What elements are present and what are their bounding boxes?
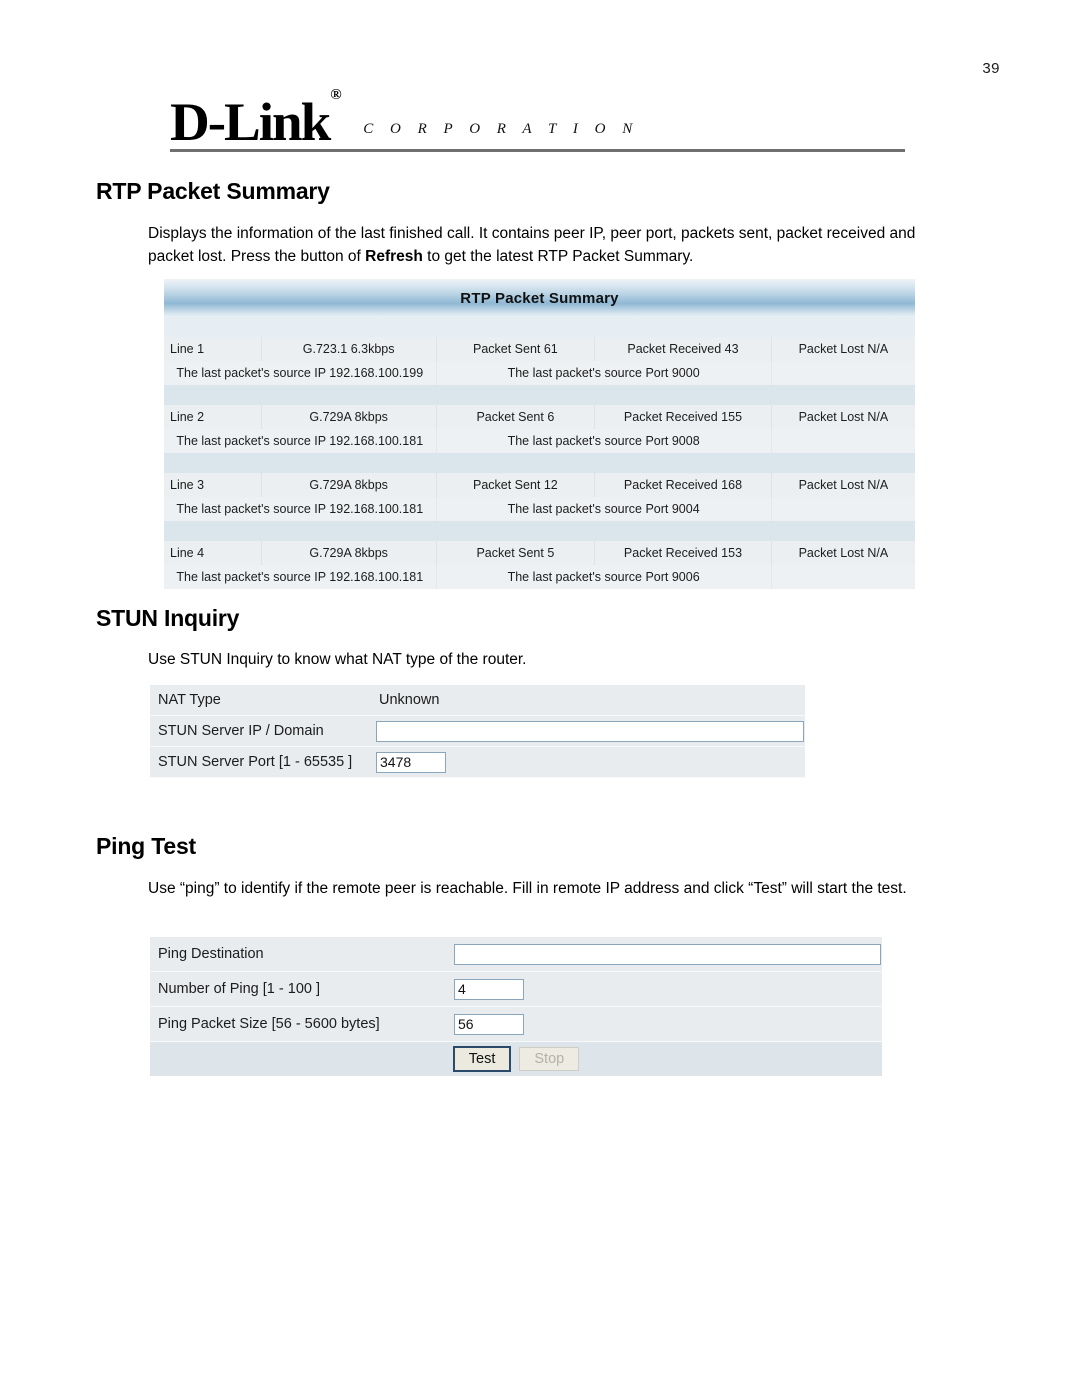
table-row: Line 4 G.729A 8kbps Packet Sent 5 Packet…: [164, 541, 915, 565]
ping-row-packet-size: Ping Packet Size [56 - 5600 bytes]: [150, 1006, 882, 1042]
rtp-line-label: Line 1: [164, 337, 262, 361]
dlink-logo-wordmark: D-Link®: [170, 87, 342, 149]
page-header: D-Link® C O R P O R A T I O N: [170, 87, 905, 152]
rtp-spacer-row: [164, 453, 915, 473]
ping-label-packet-size: Ping Packet Size [56 - 5600 bytes]: [150, 1006, 450, 1042]
rtp-source-ip: The last packet's source IP 192.168.100.…: [164, 497, 437, 521]
rtp-spacer-row: [164, 385, 915, 405]
rtp-packet-sent: Packet Sent 6: [436, 405, 596, 429]
rtp-source-port: The last packet's source Port 9006: [436, 565, 772, 589]
rtp-packet-sent: Packet Sent 5: [436, 541, 596, 565]
rtp-packet-lost: Packet Lost N/A: [771, 405, 915, 429]
registered-trademark-icon: ®: [330, 87, 342, 103]
section-title-rtp: RTP Packet Summary: [96, 178, 330, 204]
dlink-logo-text: D-Link: [170, 92, 331, 152]
section-title-stun: STUN Inquiry: [96, 605, 240, 631]
stun-value-nat-type: Unknown: [379, 692, 440, 708]
stun-label-server-ip: STUN Server IP / Domain: [150, 715, 372, 747]
rtp-packet-summary-table: RTP Packet Summary Line 1 G.723.1 6.3kbp…: [164, 279, 915, 589]
rtp-codec: G.729A 8kbps: [261, 541, 437, 565]
rtp-codec: G.723.1 6.3kbps: [261, 337, 437, 361]
stun-row-server-port: STUN Server Port [1 - 65535 ]: [150, 746, 805, 778]
rtp-packet-received: Packet Received 168: [594, 473, 772, 497]
table-row: Line 3 G.729A 8kbps Packet Sent 12 Packe…: [164, 473, 915, 497]
rtp-source-ip: The last packet's source IP 192.168.100.…: [164, 361, 437, 385]
ping-packet-size-input[interactable]: [454, 1013, 524, 1035]
ping-destination-input[interactable]: [454, 943, 881, 965]
rtp-spacer-row: [164, 521, 915, 541]
stun-row-server-ip: STUN Server IP / Domain: [150, 715, 805, 747]
rtp-packet-received: Packet Received 155: [594, 405, 772, 429]
rtp-packet-received: Packet Received 43: [594, 337, 772, 361]
stun-inquiry-form: NAT Type Unknown STUN Server IP / Domain…: [150, 685, 805, 778]
table-row: Line 2 G.729A 8kbps Packet Sent 6 Packet…: [164, 405, 915, 429]
stun-server-ip-input[interactable]: [376, 720, 804, 742]
table-row: Line 1 G.723.1 6.3kbps Packet Sent 61 Pa…: [164, 337, 915, 361]
rtp-desc-refresh-bold: Refresh: [365, 248, 423, 265]
table-row: The last packet's source IP 192.168.100.…: [164, 429, 915, 453]
rtp-table-header-row: RTP Packet Summary: [164, 279, 915, 317]
stun-row-nat-type: NAT Type Unknown: [150, 685, 805, 716]
rtp-packet-lost: Packet Lost N/A: [771, 541, 915, 565]
rtp-source-port: The last packet's source Port 9008: [436, 429, 772, 453]
rtp-source-ip: The last packet's source IP 192.168.100.…: [164, 429, 437, 453]
dlink-logo-subtitle: C O R P O R A T I O N: [363, 121, 639, 137]
rtp-source-port: The last packet's source Port 9000: [436, 361, 772, 385]
rtp-line-label: Line 4: [164, 541, 262, 565]
table-row: The last packet's source IP 192.168.100.…: [164, 565, 915, 589]
stun-server-port-input[interactable]: [376, 751, 446, 773]
rtp-packet-lost: Packet Lost N/A: [771, 473, 915, 497]
rtp-desc-part2: to get the latest RTP Packet Summary.: [422, 248, 694, 265]
rtp-packet-sent: Packet Sent 12: [436, 473, 596, 497]
ping-label-number: Number of Ping [1 - 100 ]: [150, 971, 450, 1007]
rtp-codec: G.729A 8kbps: [261, 405, 437, 429]
rtp-spacer-row: [164, 317, 915, 337]
section-description-stun: Use STUN Inquiry to know what NAT type o…: [148, 651, 527, 668]
section-description-rtp: Displays the information of the last fin…: [148, 222, 938, 268]
ping-test-form: Ping Destination Number of Ping [1 - 100…: [150, 937, 882, 1076]
section-title-ping: Ping Test: [96, 833, 197, 859]
dlink-logo: D-Link® C O R P O R A T I O N: [170, 87, 905, 149]
rtp-packet-lost: Packet Lost N/A: [771, 337, 915, 361]
rtp-line-label: Line 2: [164, 405, 262, 429]
test-button[interactable]: Test: [452, 1046, 512, 1072]
ping-button-row: Test Stop: [150, 1041, 882, 1076]
stun-label-nat-type: NAT Type: [150, 685, 372, 716]
stun-label-server-port: STUN Server Port [1 - 65535 ]: [150, 746, 372, 778]
ping-number-input[interactable]: [454, 978, 524, 1000]
ping-row-destination: Ping Destination: [150, 937, 882, 972]
page-number: 39: [982, 60, 1000, 77]
rtp-source-port: The last packet's source Port 9004: [436, 497, 772, 521]
rtp-codec: G.729A 8kbps: [261, 473, 437, 497]
ping-row-number: Number of Ping [1 - 100 ]: [150, 971, 882, 1007]
rtp-line-label: Line 3: [164, 473, 262, 497]
stop-button: Stop: [519, 1047, 580, 1071]
rtp-packet-received: Packet Received 153: [594, 541, 772, 565]
ping-label-destination: Ping Destination: [150, 937, 450, 972]
rtp-source-ip: The last packet's source IP 192.168.100.…: [164, 565, 437, 589]
rtp-table-title: RTP Packet Summary: [164, 279, 915, 317]
rtp-packet-sent: Packet Sent 61: [436, 337, 596, 361]
section-description-ping: Use “ping” to identify if the remote pee…: [148, 880, 907, 897]
table-row: The last packet's source IP 192.168.100.…: [164, 361, 915, 385]
table-row: The last packet's source IP 192.168.100.…: [164, 497, 915, 521]
